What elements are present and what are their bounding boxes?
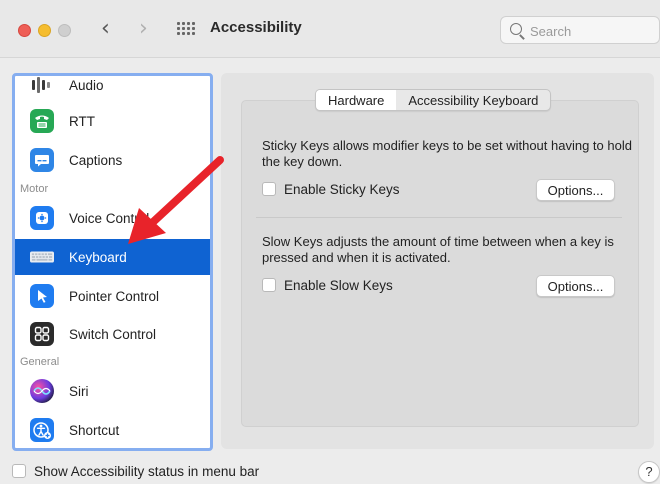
section-header-motor: Motor [20,183,49,195]
sidebar-item-label: Shortcut [69,422,120,438]
status-menu-bar-checkbox[interactable] [12,464,26,478]
sticky-keys-description: Sticky Keys allows modifier keys to be s… [262,138,632,169]
sticky-keys-options-button[interactable]: Options... [536,179,615,201]
search-field[interactable] [500,16,660,44]
sticky-keys-label[interactable]: Enable Sticky Keys [284,182,400,197]
tab-accessibility-keyboard[interactable]: Accessibility Keyboard [396,90,550,110]
slow-keys-description: Slow Keys adjusts the amount of time bet… [262,234,614,265]
minimize-window-button[interactable] [38,24,51,37]
sidebar-item-pointer-control[interactable]: Pointer Control [15,278,210,314]
voice-control-icon [30,206,54,230]
sidebar-item-label: Keyboard [69,249,127,265]
help-button[interactable]: ? [638,461,660,483]
zoom-window-button[interactable] [58,24,71,37]
sidebar-item-keyboard[interactable]: Keyboard [15,239,210,275]
shortcut-icon [30,418,54,442]
section-divider [256,217,622,218]
sticky-keys-checkbox[interactable] [262,182,276,196]
slow-keys-checkbox[interactable] [262,278,276,292]
title-bar: ‹ › Accessibility [0,0,660,58]
tab-hardware[interactable]: Hardware [316,90,397,110]
sidebar-item-label: Pointer Control [69,288,160,304]
sidebar-item-switch-control[interactable]: Switch Control [15,316,210,352]
sidebar-item-voice-control[interactable]: Voice Control [15,200,210,236]
window-title: Accessibility [210,19,302,36]
captions-icon [30,148,54,172]
sidebar-item-captions[interactable]: Captions [15,142,210,178]
sidebar-item-label: RTT [69,113,95,129]
switch-control-icon [30,322,54,346]
rtt-icon [30,109,54,133]
sidebar-item-audio[interactable]: Audio [15,76,210,103]
slow-keys-label[interactable]: Enable Slow Keys [284,278,393,293]
siri-icon [30,379,54,403]
section-header-general: General [20,356,60,368]
sidebar-item-shortcut[interactable]: Shortcut [15,412,210,448]
sidebar-item-label: Captions [69,152,123,168]
search-icon [510,23,522,35]
slow-keys-row: Enable Slow Keys [262,276,393,294]
sidebar-item-label: Audio [69,77,104,93]
forward-button[interactable]: › [139,16,148,42]
status-menu-bar-label[interactable]: Show Accessibility status in menu bar [34,464,259,479]
show-all-grid-icon[interactable] [177,22,195,38]
pointer-icon [30,284,54,308]
tab-bar: Hardware Accessibility Keyboard [315,89,552,111]
sidebar[interactable]: Audio RTT Captions Motor Voice Control K… [12,73,213,451]
close-window-button[interactable] [18,24,31,37]
sticky-keys-row: Enable Sticky Keys [262,180,400,198]
audio-icon [30,76,54,97]
sidebar-item-rtt[interactable]: RTT [15,103,210,139]
search-input[interactable] [530,22,650,40]
sidebar-item-label: Switch Control [69,326,157,342]
keyboard-icon [30,245,54,269]
sidebar-item-siri[interactable]: Siri [15,373,210,409]
slow-keys-options-button[interactable]: Options... [536,275,615,297]
back-button[interactable]: ‹ [101,16,110,42]
status-menu-bar-row: Show Accessibility status in menu bar [12,462,259,480]
sidebar-item-label: Siri [69,383,89,399]
sidebar-item-label: Voice Control [69,210,150,226]
